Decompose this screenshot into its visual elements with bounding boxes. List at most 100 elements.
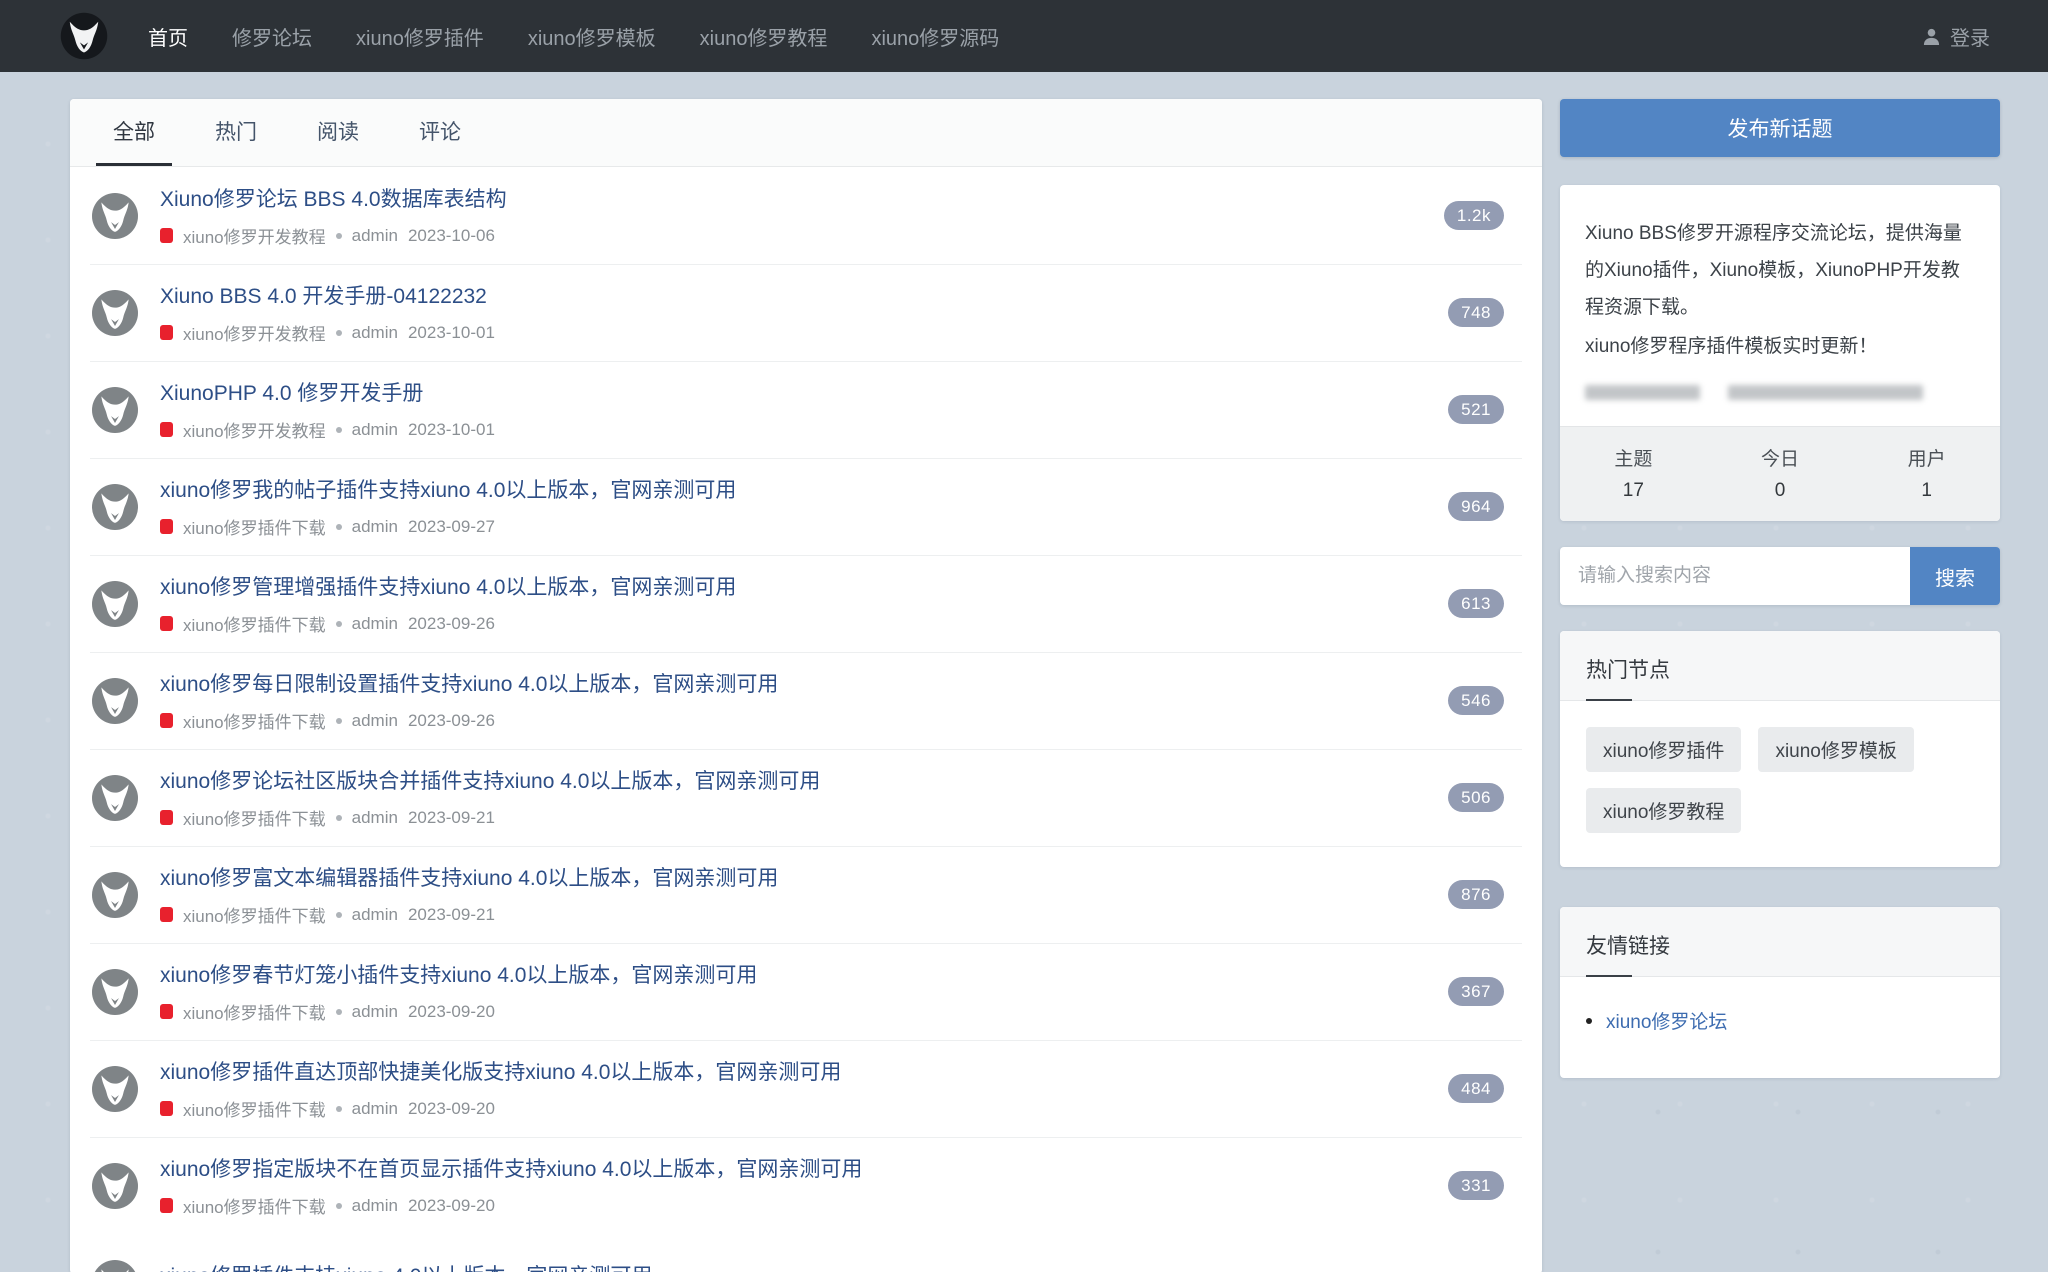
thread-title[interactable]: xiuno修罗富文本编辑器插件支持xiuno 4.0以上版本，官网亲测可用 [160, 862, 1448, 892]
about-text: Xiuno BBS修罗开源程序交流论坛，提供海量的Xiuno插件，Xiuno模板… [1560, 185, 2000, 426]
login-button[interactable]: 登录 [1922, 22, 1990, 51]
avatar [92, 1066, 138, 1112]
thread-title[interactable]: Xiuno修罗论坛 BBS 4.0数据库表结构 [160, 183, 1444, 213]
site-logo-icon[interactable] [60, 12, 108, 60]
thread-category[interactable]: xiuno修罗开发教程 [183, 223, 326, 248]
avatar [92, 290, 138, 336]
thread-author[interactable]: admin [352, 323, 398, 343]
thread-category[interactable]: xiuno修罗插件下载 [183, 805, 326, 830]
about-line-2: xiuno修罗程序插件模板实时更新！ [1585, 328, 1975, 365]
about-card: Xiuno BBS修罗开源程序交流论坛，提供海量的Xiuno插件，Xiuno模板… [1560, 185, 2000, 521]
stat-value: 0 [1707, 480, 1854, 502]
thread-list: Xiuno修罗论坛 BBS 4.0数据库表结构 xiuno修罗开发教程 admi… [70, 167, 1542, 1234]
reply-count-badge: 748 [1448, 298, 1504, 327]
thread-author[interactable]: admin [352, 420, 398, 440]
thread-author[interactable]: admin [352, 226, 398, 246]
avatar [92, 775, 138, 821]
thread-category[interactable]: xiuno修罗插件下载 [183, 514, 326, 539]
thread-category[interactable]: xiuno修罗插件下载 [183, 611, 326, 636]
thread-title[interactable]: xiuno修罗指定版块不在首页显示插件支持xiuno 4.0以上版本，官网亲测可… [160, 1153, 1448, 1183]
new-topic-button[interactable]: 发布新话题 [1560, 99, 2000, 157]
thread-date: 2023-09-20 [408, 1196, 495, 1216]
node-tag[interactable]: xiuno修罗模板 [1758, 727, 1913, 772]
thread-body: xiuno修罗每日限制设置插件支持xiuno 4.0以上版本，官网亲测可用 xi… [160, 668, 1448, 733]
reply-count-badge: 964 [1448, 492, 1504, 521]
friend-link[interactable]: xiuno修罗论坛 [1606, 1007, 1727, 1034]
category-color-icon [160, 519, 173, 534]
meta-separator-dot [336, 718, 342, 724]
login-label: 登录 [1950, 22, 1990, 51]
thread-author[interactable]: admin [352, 711, 398, 731]
nav-item[interactable]: xiuno修罗源码 [871, 22, 999, 51]
meta-separator-dot [336, 330, 342, 336]
thread-row[interactable]: xiuno修罗春节灯笼小插件支持xiuno 4.0以上版本，官网亲测可用 xiu… [70, 943, 1542, 1040]
thread-row[interactable]: xiuno修罗插件直达顶部快捷美化版支持xiuno 4.0以上版本，官网亲测可用… [70, 1040, 1542, 1137]
thread-row[interactable]: Xiuno修罗论坛 BBS 4.0数据库表结构 xiuno修罗开发教程 admi… [70, 167, 1542, 264]
thread-category[interactable]: xiuno修罗插件下载 [183, 902, 326, 927]
thread-row[interactable]: xiuno修罗管理增强插件支持xiuno 4.0以上版本，官网亲测可用 xiun… [70, 555, 1542, 652]
thread-title[interactable]: Xiuno BBS 4.0 开发手册-04122232 [160, 280, 1448, 310]
thread-author[interactable]: admin [352, 614, 398, 634]
thread-author[interactable]: admin [352, 1002, 398, 1022]
thread-author[interactable]: admin [352, 1099, 398, 1119]
nav-item[interactable]: 首页 [148, 22, 188, 51]
thread-title[interactable]: xiuno修罗插件支持xiuno 4.0以上版本，官网亲测可用 [160, 1260, 1504, 1272]
node-tag[interactable]: xiuno修罗教程 [1586, 788, 1741, 833]
thread-title[interactable]: xiuno修罗管理增强插件支持xiuno 4.0以上版本，官网亲测可用 [160, 571, 1448, 601]
thread-title[interactable]: XiunoPHP 4.0 修罗开发手册 [160, 377, 1448, 407]
avatar [92, 581, 138, 627]
nav-item[interactable]: xiuno修罗模板 [528, 22, 656, 51]
category-color-icon [160, 422, 173, 437]
thread-row[interactable]: XiunoPHP 4.0 修罗开发手册 xiuno修罗开发教程 admin 20… [70, 361, 1542, 458]
nav-item[interactable]: xiuno修罗教程 [700, 22, 828, 51]
thread-date: 2023-09-27 [408, 517, 495, 537]
thread-list-card: 全部 热门 阅读 评论 [70, 99, 1542, 1272]
tab[interactable]: 热门 [198, 99, 274, 166]
thread-title[interactable]: xiuno修罗每日限制设置插件支持xiuno 4.0以上版本，官网亲测可用 [160, 668, 1448, 698]
tab[interactable]: 阅读 [300, 99, 376, 166]
thread-author[interactable]: admin [352, 808, 398, 828]
thread-date: 2023-09-21 [408, 808, 495, 828]
thread-author[interactable]: admin [352, 1196, 398, 1216]
thread-title[interactable]: xiuno修罗插件直达顶部快捷美化版支持xiuno 4.0以上版本，官网亲测可用 [160, 1056, 1448, 1086]
thread-category[interactable]: xiuno修罗插件下载 [183, 999, 326, 1024]
nav-item[interactable]: xiuno修罗插件 [356, 22, 484, 51]
thread-row[interactable]: xiuno修罗每日限制设置插件支持xiuno 4.0以上版本，官网亲测可用 xi… [70, 652, 1542, 749]
thread-title[interactable]: xiuno修罗论坛社区版块合并插件支持xiuno 4.0以上版本，官网亲测可用 [160, 765, 1448, 795]
friend-links-list: xiuno修罗论坛 [1560, 977, 2000, 1078]
thread-category[interactable]: xiuno修罗插件下载 [183, 1193, 326, 1218]
category-color-icon [160, 1004, 173, 1019]
thread-row-partial[interactable]: xiuno修罗插件支持xiuno 4.0以上版本，官网亲测可用 [70, 1234, 1542, 1272]
avatar [92, 484, 138, 530]
nav-item[interactable]: 修罗论坛 [232, 22, 312, 51]
thread-row[interactable]: xiuno修罗指定版块不在首页显示插件支持xiuno 4.0以上版本，官网亲测可… [70, 1137, 1542, 1234]
tab[interactable]: 全部 [96, 99, 172, 166]
search-bar: 搜索 [1560, 547, 2000, 605]
thread-row[interactable]: Xiuno BBS 4.0 开发手册-04122232 xiuno修罗开发教程 … [70, 264, 1542, 361]
thread-row[interactable]: xiuno修罗富文本编辑器插件支持xiuno 4.0以上版本，官网亲测可用 xi… [70, 846, 1542, 943]
hot-nodes-card: 热门节点 xiuno修罗插件 xiuno修罗模板 xiuno修罗教程 [1560, 631, 2000, 867]
meta-separator-dot [336, 621, 342, 627]
thread-row[interactable]: xiuno修罗我的帖子插件支持xiuno 4.0以上版本，官网亲测可用 xiun… [70, 458, 1542, 555]
category-color-icon [160, 616, 173, 631]
tab[interactable]: 评论 [402, 99, 478, 166]
thread-category[interactable]: xiuno修罗插件下载 [183, 708, 326, 733]
avatar [92, 872, 138, 918]
thread-author[interactable]: admin [352, 517, 398, 537]
thread-title[interactable]: xiuno修罗春节灯笼小插件支持xiuno 4.0以上版本，官网亲测可用 [160, 959, 1448, 989]
thread-title[interactable]: xiuno修罗我的帖子插件支持xiuno 4.0以上版本，官网亲测可用 [160, 474, 1448, 504]
thread-author[interactable]: admin [352, 905, 398, 925]
reply-count-badge: 484 [1448, 1074, 1504, 1103]
meta-separator-dot [336, 233, 342, 239]
thread-row[interactable]: xiuno修罗论坛社区版块合并插件支持xiuno 4.0以上版本，官网亲测可用 … [70, 749, 1542, 846]
reply-count-badge: 876 [1448, 880, 1504, 909]
node-tag[interactable]: xiuno修罗插件 [1586, 727, 1741, 772]
thread-category[interactable]: xiuno修罗开发教程 [183, 417, 326, 442]
top-navbar: 首页 修罗论坛 xiuno修罗插件 xiuno修罗模板 xiuno修罗教程 xi… [0, 0, 2048, 72]
search-input[interactable] [1560, 547, 1910, 605]
page-layout: 全部 热门 阅读 评论 [0, 72, 2048, 1272]
search-button[interactable]: 搜索 [1910, 547, 2000, 605]
thread-category[interactable]: xiuno修罗插件下载 [183, 1096, 326, 1121]
redacted-block [1728, 385, 1923, 400]
thread-category[interactable]: xiuno修罗开发教程 [183, 320, 326, 345]
